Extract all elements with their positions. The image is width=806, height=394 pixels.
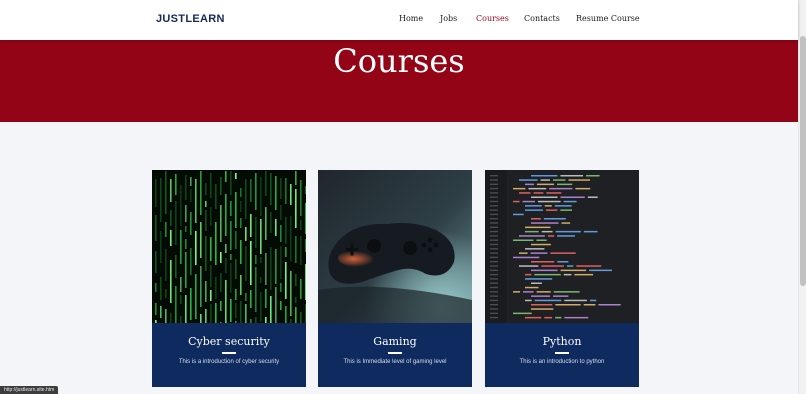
brand-logo[interactable]: JUSTLEARN: [156, 13, 225, 25]
course-title: Python: [542, 335, 582, 348]
nav-link-contacts[interactable]: Contacts: [524, 14, 560, 23]
navbar: JUSTLEARN Home Jobs Courses Contacts Res…: [0, 0, 798, 40]
nav-link-home[interactable]: Home: [399, 14, 423, 23]
course-title: Cyber security: [188, 335, 270, 348]
hero-banner: Courses: [0, 40, 798, 122]
code-editor-image: [485, 170, 639, 323]
vertical-scrollbar[interactable]: [798, 0, 806, 394]
course-description: This is an introduction to python: [519, 359, 605, 365]
nav-link-resume-course[interactable]: Resume Course: [576, 14, 640, 23]
course-description: This is Immediate level of gaming level: [343, 359, 447, 365]
page-title: Courses: [333, 42, 465, 80]
course-card-python[interactable]: Python This is an introduction to python: [485, 170, 639, 387]
game-controller-image: [318, 170, 472, 323]
nav-link-courses[interactable]: Courses: [476, 14, 509, 23]
title-underline: [555, 352, 569, 354]
status-bar-url: http://justlearn.site.htm: [0, 386, 59, 394]
scrollbar-thumb[interactable]: [800, 36, 806, 286]
title-underline: [388, 352, 402, 354]
title-underline: [222, 352, 236, 354]
nav-link-jobs[interactable]: Jobs: [440, 14, 457, 23]
course-card-cyber-security[interactable]: Cyber security This is a introduction of…: [152, 170, 306, 387]
course-title: Gaming: [373, 335, 417, 348]
course-card-gaming[interactable]: Gaming This is Immediate level of gaming…: [318, 170, 472, 387]
course-description: This is a introduction of cyber security: [178, 359, 280, 365]
matrix-code-image: [152, 170, 306, 323]
